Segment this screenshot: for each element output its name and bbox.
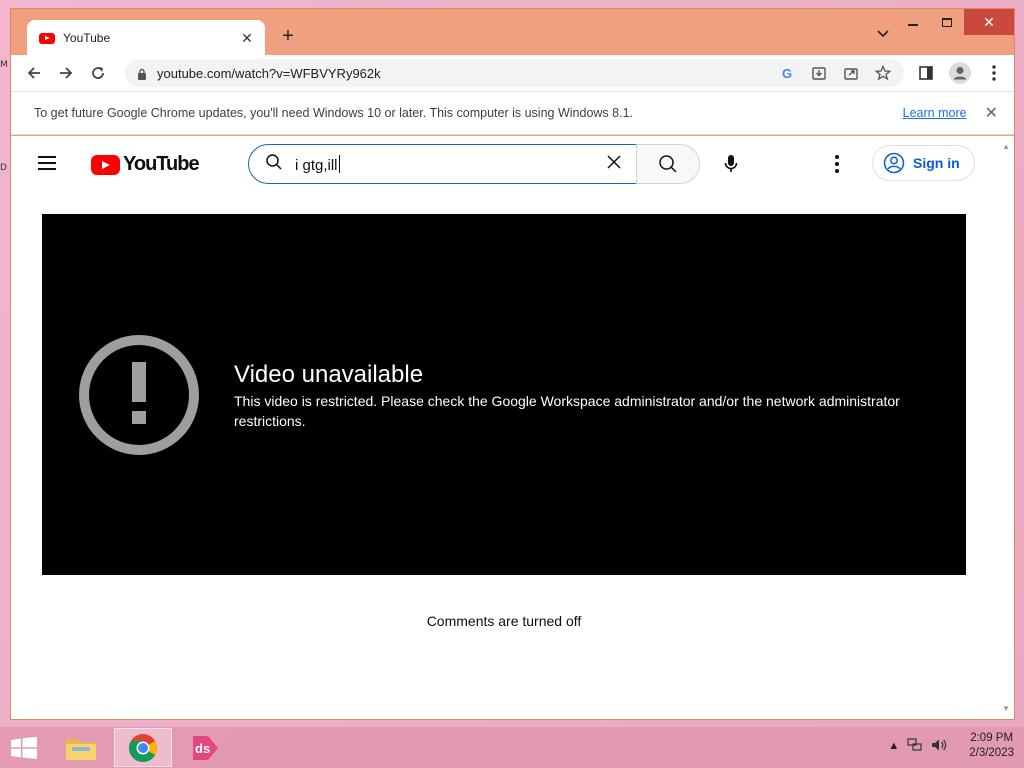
search-query[interactable]: i gtg,ill [295, 157, 338, 174]
youtube-favicon-icon [39, 32, 55, 44]
youtube-logo-text: YouTube [123, 153, 200, 175]
youtube-play-icon [91, 154, 120, 175]
search-icon [265, 153, 283, 176]
system-tray: ▲ 2:09 PM 2/3/2023 [888, 731, 1014, 761]
clock-time: 2:09 PM [970, 732, 1014, 744]
address-bar[interactable]: youtube.com/watch?v=WFBVYRy962k G [125, 59, 904, 87]
tab-close-icon[interactable]: ✕ [239, 30, 255, 47]
file-explorer-icon[interactable] [52, 728, 110, 767]
youtube-header: YouTube i gtg,ill Sign in [11, 136, 998, 192]
scroll-down-arrow-icon[interactable]: ▼ [1002, 704, 1010, 713]
side-panel-icon[interactable] [916, 63, 936, 83]
account-circle-icon [883, 152, 905, 174]
tab-search-chevron-icon[interactable] [877, 27, 889, 41]
learn-more-link[interactable]: Learn more [903, 106, 967, 120]
sign-in-label: Sign in [913, 155, 960, 171]
page-scrollbar[interactable]: ▲ ▼ [998, 136, 1014, 719]
chrome-menu-icon[interactable] [984, 63, 1004, 83]
scroll-up-arrow-icon[interactable]: ▲ [1002, 142, 1010, 151]
video-player[interactable]: Video unavailable This video is restrict… [42, 214, 966, 575]
sign-in-button[interactable]: Sign in [872, 145, 975, 181]
video-unavailable-title: Video unavailable [234, 361, 424, 388]
bookmark-star-icon[interactable] [874, 64, 892, 82]
clock[interactable]: 2:09 PM 2/3/2023 [969, 731, 1014, 761]
maximize-button[interactable] [930, 9, 964, 35]
ds-app-icon[interactable]: ds [176, 728, 234, 767]
search-button[interactable] [636, 144, 700, 184]
desktop-icon-label: M [0, 60, 8, 70]
guide-menu-icon[interactable] [38, 156, 56, 170]
new-tab-button[interactable]: + [277, 25, 299, 47]
infobar-close-icon[interactable]: ✕ [985, 103, 998, 123]
browser-toolbar: youtube.com/watch?v=WFBVYRy962k G [11, 55, 1014, 91]
infobar-message: To get future Google Chrome updates, you… [34, 106, 633, 120]
forward-arrow-icon[interactable] [53, 60, 79, 86]
windows-start-icon[interactable] [10, 736, 38, 759]
tab-title: YouTube [63, 31, 111, 45]
network-icon[interactable] [907, 737, 923, 755]
voice-search-mic-icon[interactable] [711, 144, 751, 184]
clock-date: 2/3/2023 [969, 747, 1014, 759]
reload-icon[interactable] [85, 60, 111, 86]
taskbar: ds ▲ 2:09 PM 2/3/2023 [0, 727, 1024, 768]
install-app-icon[interactable] [810, 64, 828, 82]
page-viewport: YouTube i gtg,ill Sign in Video unavaila… [11, 136, 1014, 719]
tray-expand-arrow-icon[interactable]: ▲ [888, 740, 899, 752]
lock-icon[interactable] [137, 67, 147, 80]
svg-text:ds: ds [195, 741, 210, 756]
search-icon [659, 155, 677, 173]
share-icon[interactable] [842, 64, 860, 82]
chrome-taskbar-icon[interactable] [114, 728, 172, 767]
exclamation-alert-icon [78, 334, 200, 461]
volume-icon[interactable] [931, 738, 947, 755]
comments-status: Comments are turned off [426, 613, 582, 629]
update-infobar: To get future Google Chrome updates, you… [11, 91, 1014, 135]
video-unavailable-message: This video is restricted. Please check t… [234, 393, 900, 429]
close-window-button[interactable]: ✕ [964, 9, 1014, 35]
google-translate-icon[interactable]: G [778, 64, 796, 82]
settings-more-icon[interactable] [825, 152, 849, 176]
chrome-window: YouTube ✕ + ✕ youtube.com/watch?v=WFBVYR… [10, 8, 1015, 720]
profile-avatar-icon[interactable] [949, 62, 971, 84]
minimize-button[interactable] [896, 9, 930, 35]
search-input[interactable]: i gtg,ill [248, 144, 637, 184]
desktop-icon-label: D [0, 163, 7, 173]
clear-search-icon[interactable] [606, 154, 622, 175]
back-arrow-icon[interactable] [21, 60, 47, 86]
tab-youtube[interactable]: YouTube ✕ [27, 20, 265, 56]
title-bar: YouTube ✕ + ✕ [11, 9, 1014, 56]
url-text[interactable]: youtube.com/watch?v=WFBVYRy962k [157, 66, 778, 81]
youtube-logo[interactable]: YouTube [91, 153, 200, 176]
